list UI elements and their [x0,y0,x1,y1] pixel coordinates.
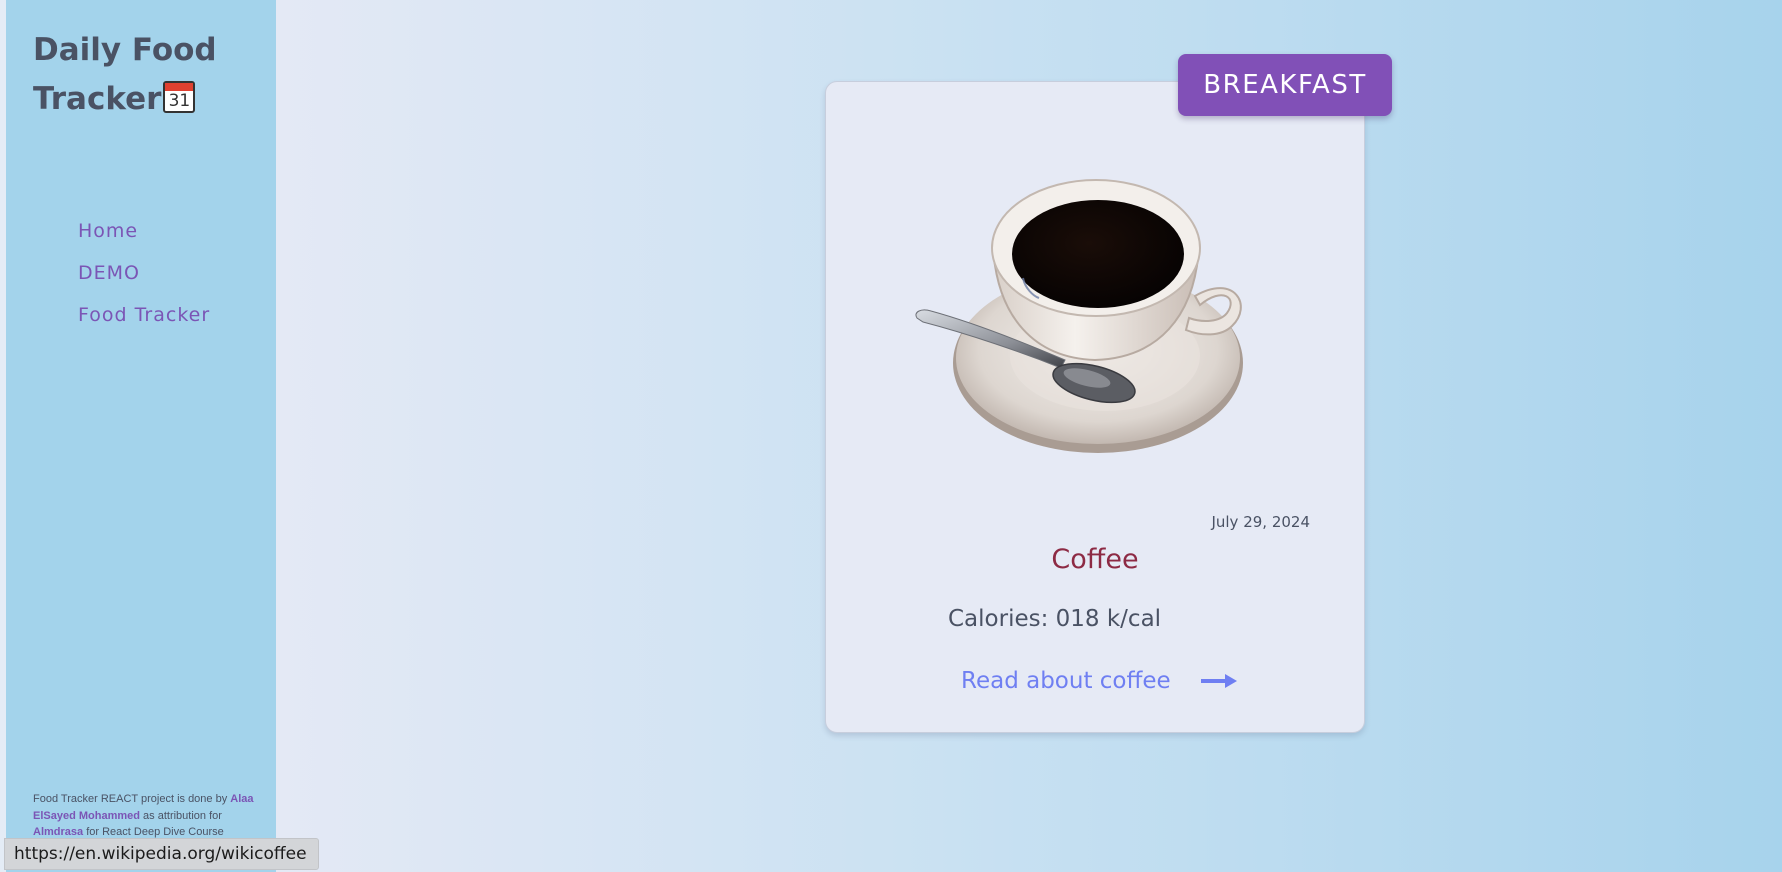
read-about-link[interactable]: Read about coffee [961,665,1237,697]
coffee-cup-icon [915,179,1243,453]
calendar-icon-header [165,83,194,91]
food-name: Coffee [1051,544,1139,575]
link-url-status-bar: https://en.wikipedia.org/wikicoffee [4,838,319,870]
org-link[interactable]: Almdrasa [33,826,83,838]
calendar-icon: 31 [163,81,196,113]
footer-line-start: Food Tracker REACT project is done by [33,793,228,805]
coffee-surface-shape [1012,200,1184,308]
arrow-right-icon [1200,674,1237,688]
nav-item-home: Home [78,218,210,260]
nav-link-demo[interactable]: DEMO [78,262,140,284]
footer-attribution: Food Tracker REACT project is done by Al… [33,791,268,841]
sidebar: Daily Food Tracker 31 Home DEMO Food Trac… [6,0,276,872]
nav-link-food-tracker[interactable]: Food Tracker [78,304,210,326]
nav-item-demo: DEMO [78,260,210,302]
calendar-icon-day: 31 [168,91,191,111]
footer-attribution-text: as attribution for [143,809,222,822]
footer-course-text: for React Deep Dive Course [86,826,224,838]
entry-date: July 29, 2024 [1211,513,1310,531]
meal-type-badge[interactable]: BREAKFAST [1178,54,1392,116]
nav-link-home[interactable]: Home [78,220,138,242]
nav-item-food-tracker: Food Tracker [78,302,210,344]
read-about-label: Read about coffee [961,668,1171,694]
calories-value: Calories: 018 k/cal [948,606,1162,632]
app-title: Daily Food Tracker 31 [33,26,263,124]
sidebar-nav: Home DEMO Food Tracker [78,218,210,344]
